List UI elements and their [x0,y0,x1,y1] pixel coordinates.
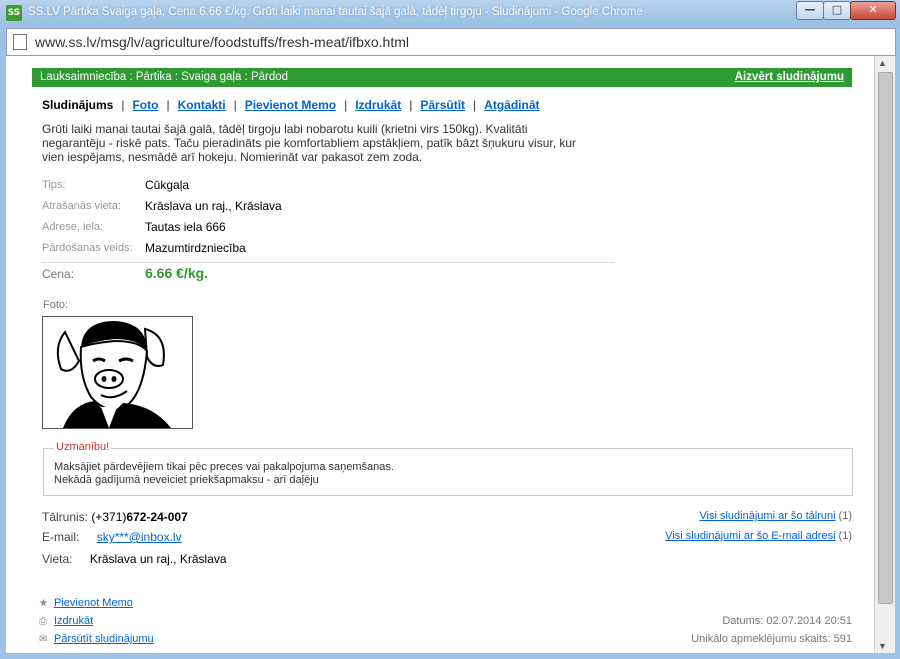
scrollbar-thumb[interactable] [878,72,893,604]
star-icon: ★ [39,598,48,609]
page-content: Lauksaimniecība : Pārtika : Svaiga gaļa … [6,56,874,653]
scroll-up-icon[interactable]: ▲ [878,58,887,68]
tab-separator: | [121,98,125,112]
maximize-button[interactable]: □ [823,1,851,20]
ss-app-icon: SS [6,5,22,21]
header-bar: Lauksaimniecība : Pārtika : Svaiga gaļa … [32,68,852,87]
detail-value: Tautas iela 666 [145,220,226,234]
detail-value: Krāslava un raj., Krāslava [145,199,282,213]
count: (1) [838,510,852,522]
phone-label: Tālrunis: [42,510,89,524]
envelope-icon: ✉ [39,634,48,645]
count: (1) [838,530,852,542]
tab-separator: | [473,98,477,112]
visits-info: Unikālo apmeklējumu skaits: 591 [691,633,852,645]
email-link[interactable]: sky***@inbox.lv [97,530,182,544]
minimize-button[interactable]: — [796,1,824,20]
all-by-email-link[interactable]: Visi sludinājumi ar šo E-mail adresi [665,530,835,542]
breadcrumb[interactable]: Lauksaimniecība : Pārtika : Svaiga gaļa … [40,71,288,83]
print-row: ⎙ Izdrukāt [39,615,93,627]
warning-box: Uzmanību! Maksājiet pārdevējiem tikai pē… [43,441,853,496]
tab-add-memo[interactable]: Pievienot Memo [245,98,336,112]
tab-separator: | [409,98,413,112]
add-memo-link[interactable]: Pievienot Memo [54,597,133,609]
memo-row: ★ Pievienot Memo [39,597,133,609]
tab-separator: | [233,98,237,112]
contact-email: E-mail: sky***@inbox.lv [42,530,182,544]
vertical-scrollbar[interactable]: ▲ ▼ [874,56,895,653]
tab-separator: | [344,98,348,112]
forward-row: ✉ Pārsūtīt sludinājumu [39,633,154,645]
page-icon [13,34,27,50]
contact-place: Vieta: Krāslava un raj., Krāslava [42,552,227,566]
warning-title: Uzmanību! [54,441,112,453]
all-by-email: Visi sludinājumi ar šo E-mail adresi (1) [665,530,852,542]
all-by-phone: Visi sludinājumi ar šo tālruni (1) [699,510,852,522]
tab-separator: | [166,98,170,112]
detail-label: Pārdošanas veids: [42,242,133,254]
browser-window: SS SS.LV Pārtika Svaiga gaļa, Cena 6.66 … [0,0,900,659]
ad-description: Grūti laiki manai tautai šajā galā, tādē… [42,122,577,164]
title-bar: SS SS.LV Pārtika Svaiga gaļa, Cena 6.66 … [0,0,900,26]
phone-number[interactable]: 672-24-007 [126,510,187,524]
tab-contacts[interactable]: Kontakti [178,98,226,112]
place-value: Krāslava un raj., Krāslava [89,552,227,566]
close-ad-link[interactable]: Aizvērt sludinājumu [735,71,844,83]
url-text[interactable]: www.ss.lv/msg/lv/agriculture/foodstuffs/… [35,34,409,50]
tab-remind[interactable]: Atgādināt [484,98,539,112]
detail-label: Tips: [42,179,66,191]
window-title: SS.LV Pārtika Svaiga gaļa, Cena 6.66 €/k… [28,6,643,18]
email-label: E-mail: [42,530,80,544]
detail-value: Mazumtirdzniecība [145,241,246,255]
place-label: Vieta: [42,552,73,566]
ad-photo[interactable] [42,316,193,429]
date-info: Datums: 02.07.2014 20:51 [722,615,852,627]
tab-photo[interactable]: Foto [132,98,158,112]
divider [42,262,614,263]
phone-prefix: (+371) [91,510,127,524]
address-bar[interactable]: www.ss.lv/msg/lv/agriculture/foodstuffs/… [6,28,896,56]
close-window-button[interactable]: ✕ [850,1,896,20]
forward-link[interactable]: Pārsūtīt sludinājumu [54,633,154,645]
tab-forward[interactable]: Pārsūtīt [420,98,465,112]
warning-line: Maksājiet pārdevējiem tikai pēc preces v… [54,461,394,473]
price-value: 6.66 €/kg. [145,265,209,281]
all-by-phone-link[interactable]: Visi sludinājumi ar šo tālruni [699,510,835,522]
detail-value: Cūkgaļa [145,178,190,192]
print-link[interactable]: Izdrukāt [54,615,93,627]
price-label: Cena: [42,267,75,281]
meme-face-image [56,321,171,428]
warning-line: Nekādā gadījumā neveiciet priekšapmaksu … [54,474,319,486]
ad-tabs: Sludinājums | Foto | Kontakti | Pievienot Memo… [42,98,540,112]
contact-phone: Tālrunis: (+371)672-24-007 [42,510,188,524]
printer-icon: ⎙ [39,616,47,627]
scroll-down-icon[interactable]: ▼ [878,641,887,651]
photo-label: Foto: [43,299,69,311]
detail-label: Adrese, iela: [42,221,104,233]
detail-label: Atrašanās vieta: [42,200,121,212]
tab-print[interactable]: Izdrukāt [355,98,401,112]
tab-ad[interactable]: Sludinājums [42,98,113,112]
